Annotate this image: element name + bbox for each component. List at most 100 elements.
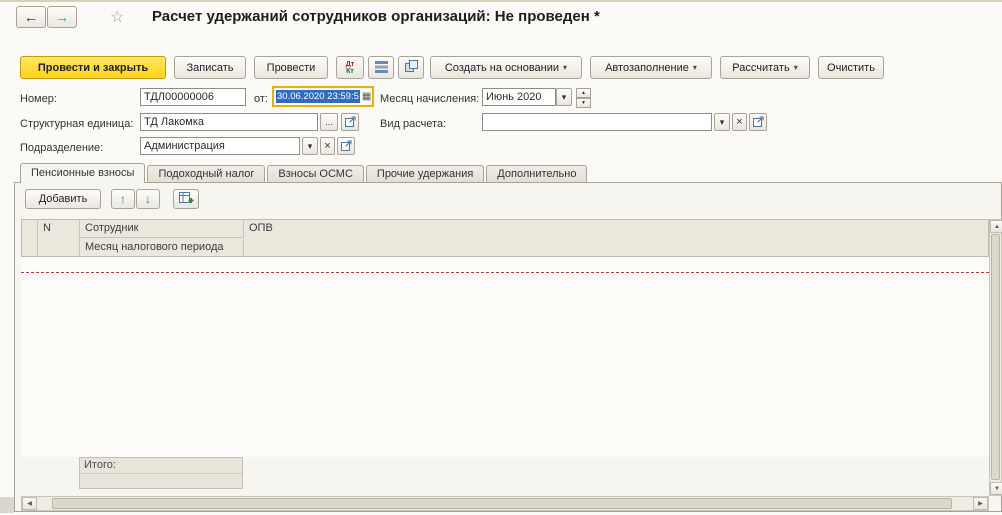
structural-unit-input[interactable]: ТД Лакомка — [140, 113, 318, 131]
window-corner — [0, 497, 14, 513]
column-header-opv: ОПВ — [249, 222, 273, 234]
tab-income-tax[interactable]: Подоходный налог — [147, 165, 266, 183]
structural-unit-open-button[interactable] — [341, 113, 359, 131]
department-input[interactable]: Администрация — [140, 137, 300, 155]
move-row-down-button[interactable]: ↓ — [136, 189, 160, 209]
clear-icon: × — [324, 140, 331, 152]
clear-label: Очистить — [827, 61, 875, 74]
back-button[interactable]: ← — [16, 6, 46, 28]
autofill-button[interactable]: Автозаполнение ▾ — [590, 56, 712, 79]
department-label: Подразделение: — [20, 142, 104, 154]
current-row-indicator — [21, 272, 989, 273]
accrual-month-label: Месяц начисления: — [380, 93, 480, 105]
chevron-down-icon: ▾ — [561, 91, 567, 102]
report-icon — [374, 60, 388, 76]
kt-label: Кт — [346, 67, 354, 75]
clear-button[interactable]: Очистить — [818, 56, 884, 79]
tab-pension-contributions[interactable]: Пенсионные взносы — [20, 163, 146, 183]
autofill-label: Автозаполнение — [605, 61, 689, 74]
scroll-up-button[interactable]: ▲ — [990, 220, 1002, 233]
department-clear-button[interactable]: × — [320, 137, 335, 155]
calculation-kind-clear-button[interactable]: × — [732, 113, 747, 131]
calendar-icon[interactable]: ▦ — [362, 91, 371, 102]
add-row-button[interactable]: Добавить — [25, 189, 101, 209]
calculation-kind-dropdown-button[interactable]: ▾ — [714, 113, 730, 131]
horizontal-scrollbar-thumb[interactable] — [52, 498, 952, 509]
post-button[interactable]: Провести — [254, 56, 328, 79]
open-icon — [344, 116, 356, 129]
calculation-kind-input[interactable] — [482, 113, 712, 131]
forward-button[interactable]: → — [47, 6, 77, 28]
tab-additional[interactable]: Дополнительно — [486, 165, 588, 183]
chevron-down-icon: ▾ — [307, 140, 313, 151]
table-plus-icon — [178, 191, 194, 208]
spin-down-button[interactable]: ▼ — [576, 98, 591, 108]
number-label: Номер: — [20, 93, 57, 105]
number-input[interactable]: ТДЛ00000006 — [140, 88, 246, 106]
page-title: Расчет удержаний сотрудников организаций… — [152, 8, 600, 25]
arrow-down-icon: ↓ — [145, 192, 151, 206]
total-tax-period-cell — [80, 474, 242, 490]
tab-osms-contributions[interactable]: Взносы ОСМС — [267, 165, 364, 183]
date-value: 30.06.2020 23:59:5 — [276, 90, 360, 103]
department-open-button[interactable] — [337, 137, 355, 155]
dt-label: Дт — [345, 60, 355, 68]
post-label: Провести — [266, 61, 316, 74]
related-documents-button[interactable] — [398, 56, 424, 79]
tab-strip: Пенсионные взносы Подоходный налог Взнос… — [20, 163, 588, 183]
structure-icon — [404, 59, 418, 76]
department-dropdown-button[interactable]: ▾ — [302, 137, 318, 155]
row-marker-column-header — [22, 220, 38, 256]
calculate-button[interactable]: Рассчитать ▾ — [720, 56, 810, 79]
column-header-employee: Сотрудник — [80, 220, 244, 238]
ellipsis-icon: ... — [325, 117, 333, 127]
forward-icon: → — [55, 9, 69, 25]
spin-up-icon: ▲ — [581, 90, 586, 96]
scroll-right-button[interactable]: ▶ — [973, 497, 988, 510]
grid-header: N Сотрудник Месяц налогового периода ОПВ — [21, 219, 989, 257]
calculate-label: Рассчитать — [732, 61, 790, 74]
horizontal-scrollbar[interactable]: ◀ ▶ — [21, 496, 989, 511]
column-header-tax-period-month: Месяц налогового периода — [80, 239, 244, 256]
grid-settings-button[interactable] — [173, 189, 199, 209]
calculation-kind-label: Вид расчета: — [380, 118, 447, 130]
dtkt-button[interactable]: Дт Кт — [336, 56, 364, 79]
vertical-scrollbar-thumb[interactable] — [991, 234, 1000, 480]
write-button[interactable]: Записать — [174, 56, 246, 79]
scroll-down-button[interactable]: ▼ — [990, 482, 1002, 495]
column-header-n: N — [38, 220, 80, 256]
create-on-basis-button[interactable]: Создать на основании ▾ — [430, 56, 582, 79]
post-and-close-label: Провести и закрыть — [37, 61, 149, 74]
accrual-month-dropdown-button[interactable]: ▾ — [556, 88, 572, 106]
add-row-label: Добавить — [38, 193, 88, 205]
vertical-scrollbar[interactable]: ▲ ▼ — [989, 219, 1002, 496]
chevron-down-icon: ▾ — [563, 63, 568, 72]
chevron-down-icon: ▾ — [719, 116, 725, 127]
grid-footer-total-cell: Итого: — [79, 457, 243, 489]
document-window: ← → ☆ Расчет удержаний сотрудников орган… — [0, 0, 1002, 515]
grid-body[interactable] — [21, 257, 989, 457]
arrow-up-icon: ↑ — [120, 192, 126, 206]
scroll-left-icon: ◀ — [27, 501, 32, 507]
calculation-kind-open-button[interactable] — [749, 113, 767, 131]
tab-panel: Добавить ↑ ↓ N Сотрудник Месяц налоговог… — [14, 182, 1002, 512]
structural-unit-choose-button[interactable]: ... — [320, 113, 338, 131]
scroll-right-icon: ▶ — [978, 501, 983, 507]
post-and-close-button[interactable]: Провести и закрыть — [20, 56, 166, 79]
chevron-down-icon: ▾ — [692, 63, 697, 72]
structural-unit-label: Структурная единица: — [20, 118, 134, 130]
report-button[interactable] — [368, 56, 394, 79]
accrual-month-stepper: ▲ ▼ — [576, 88, 591, 108]
favorite-star-icon[interactable]: ☆ — [110, 7, 124, 27]
create-on-basis-label: Создать на основании — [444, 61, 560, 74]
scroll-down-icon: ▼ — [994, 485, 1000, 492]
spin-down-icon: ▼ — [581, 100, 586, 106]
scroll-left-button[interactable]: ◀ — [22, 497, 37, 510]
spin-up-button[interactable]: ▲ — [576, 88, 591, 98]
accrual-month-input[interactable]: Июнь 2020 — [482, 88, 556, 106]
tab-other-deductions[interactable]: Прочие удержания — [365, 165, 485, 183]
move-row-up-button[interactable]: ↑ — [111, 189, 135, 209]
date-input[interactable]: 30.06.2020 23:59:5 ▦ — [272, 86, 374, 107]
total-label: Итого: — [80, 458, 242, 474]
write-label: Записать — [186, 61, 234, 74]
